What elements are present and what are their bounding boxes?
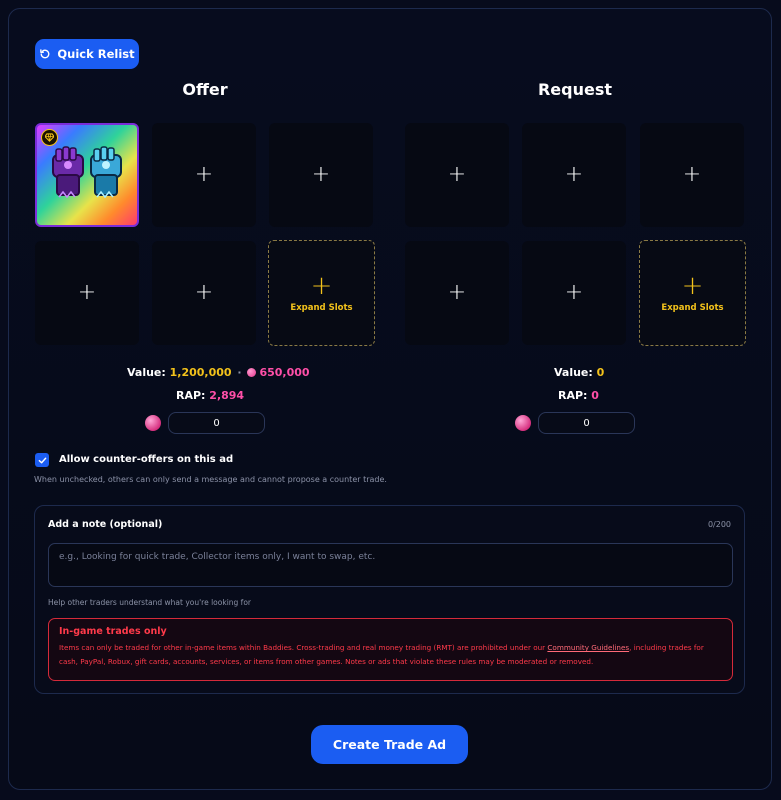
offer-slot-3[interactable]: + [269,123,373,227]
counter-offers-hint: When unchecked, others can only send a m… [34,475,387,484]
checkmark-icon [38,457,46,463]
allow-counter-offers-label: Allow counter-offers on this ad [59,454,234,465]
request-title: Request [537,80,613,99]
note-textarea[interactable]: e.g., Looking for quick trade, Collector… [48,543,733,587]
quick-relist-label: Quick Relist [57,47,135,61]
plus-icon: + [194,162,214,187]
gem-badge-icon [41,129,58,146]
warning-text-before: Items can only be traded for other in-ga… [59,643,548,652]
offer-gem-value: 650,000 [259,366,310,379]
offer-value-amount: 1,200,000 [169,366,232,379]
note-section: Add a note (optional) 0/200 e.g., Lookin… [34,505,745,694]
plus-icon: + [564,280,584,305]
offer-slot-5[interactable]: + [152,241,256,345]
request-slot-1[interactable]: + [405,123,509,227]
community-guidelines-link[interactable]: Community Guidelines [547,643,629,652]
request-rap: RAP: 0 [558,389,599,402]
offer-value: Value: 1,200,000 · 650,000 [127,366,310,379]
warning-title: In-game trades only [59,626,167,637]
create-trade-ad-button[interactable]: Create Trade Ad [311,725,468,764]
offer-expand-slots-button[interactable]: + Expand Slots [268,240,375,346]
offer-rap-amount: 2,894 [209,389,245,402]
allow-counter-offers-checkbox[interactable] [35,453,49,467]
note-char-count: 0/200 [707,520,731,529]
request-slot-4[interactable]: + [405,241,509,345]
expand-slots-label: Expand Slots [290,303,353,313]
request-rap-amount: 0 [591,389,599,402]
offer-slot-item[interactable] [35,123,139,227]
gem-coin-icon [247,368,257,377]
request-value-label: Value: [554,366,593,379]
request-slot-5[interactable]: + [522,241,626,345]
gem-coin-icon [145,415,161,431]
in-game-trades-warning: In-game trades only Items can only be tr… [48,618,733,681]
plus-icon: + [447,162,467,187]
request-rap-label: RAP: [558,389,588,402]
gauntlets-icon [52,146,122,199]
plus-icon: + [564,162,584,187]
offer-value-label: Value: [127,366,166,379]
gem-coin-icon [515,415,531,431]
plus-icon: + [447,280,467,305]
plus-icon: + [194,280,214,305]
offer-slot-2[interactable]: + [152,123,256,227]
quick-relist-button[interactable]: Quick Relist [35,39,139,69]
plus-icon: + [77,280,97,305]
offer-slot-4[interactable]: + [35,241,139,345]
warning-text: Items can only be traded for other in-ga… [59,641,722,669]
note-help-text: Help other traders understand what you'r… [48,598,251,607]
request-value: Value: 0 [554,366,604,379]
expand-slots-label: Expand Slots [661,303,724,313]
request-slot-3[interactable]: + [640,123,744,227]
plus-icon: + [681,271,704,301]
offer-coin-input[interactable] [168,412,265,434]
plus-icon: + [310,271,333,301]
request-coin-input[interactable] [538,412,635,434]
plus-icon: + [311,162,331,187]
plus-icon: + [682,162,702,187]
offer-rap: RAP: 2,894 [176,389,244,402]
offer-rap-label: RAP: [176,389,206,402]
request-value-amount: 0 [596,366,605,379]
request-slot-2[interactable]: + [522,123,626,227]
request-expand-slots-button[interactable]: + Expand Slots [639,240,746,346]
value-separator: · [237,366,242,379]
offer-title: Offer [182,80,228,99]
refresh-icon [40,49,50,59]
note-title: Add a note (optional) [48,519,163,530]
